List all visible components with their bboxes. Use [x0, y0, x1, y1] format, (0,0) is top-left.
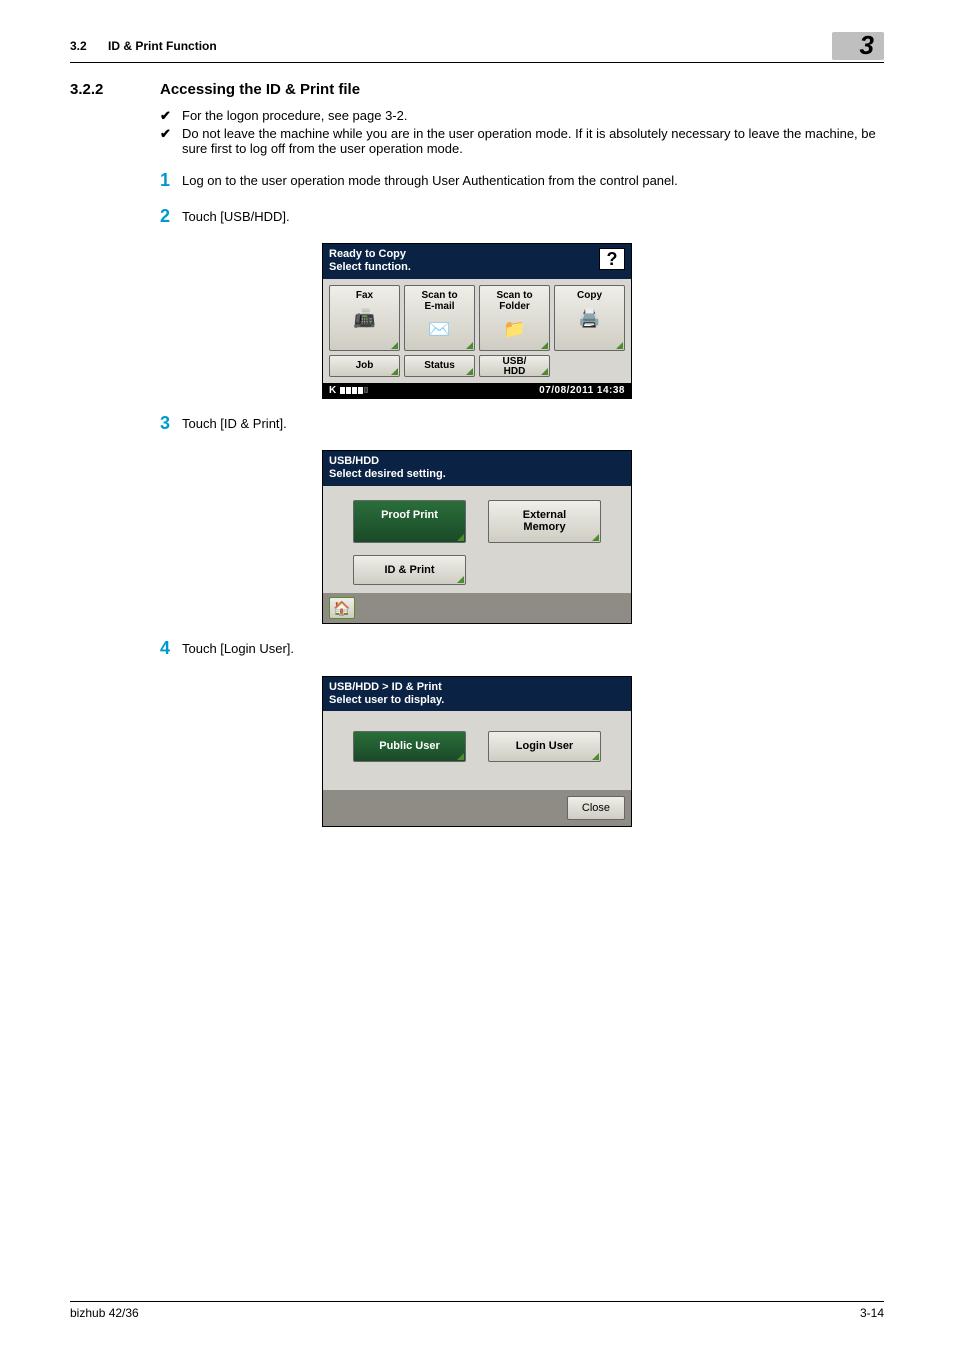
copy-button[interactable]: Copy 🖨️: [554, 285, 625, 351]
step-number: 1: [160, 170, 182, 192]
status-button[interactable]: Status: [404, 355, 475, 377]
public-user-button[interactable]: Public User: [353, 731, 466, 762]
datetime: 07/08/2011 14:38: [539, 385, 625, 396]
close-button[interactable]: Close: [567, 796, 625, 820]
step-text: Log on to the user operation mode throug…: [182, 170, 678, 192]
step-text: Touch [ID & Print].: [182, 413, 287, 435]
footer-page: 3-14: [860, 1306, 884, 1320]
email-icon: ✉️: [407, 316, 472, 344]
scan-to-email-button[interactable]: Scan to E-mail ✉️: [404, 285, 475, 351]
check-icon: ✔: [160, 126, 182, 156]
page-header: 3.2 ID & Print Function 3: [70, 32, 884, 63]
screen-subtitle: Select desired setting.: [329, 468, 625, 481]
step-number: 3: [160, 413, 182, 435]
proof-print-button[interactable]: Proof Print: [353, 500, 466, 543]
lcd-screen-readytocopy: Ready to Copy Select function. ? Fax 📠 S…: [322, 243, 632, 398]
help-icon[interactable]: ?: [599, 248, 625, 270]
lcd-screen-idprint: USB/HDD > ID & Print Select user to disp…: [322, 676, 632, 827]
check-icon: ✔: [160, 108, 182, 124]
header-section-num: 3.2: [70, 39, 87, 53]
screen-title: USB/HDD > ID & Print: [329, 681, 625, 694]
copy-icon: 🖨️: [557, 305, 622, 333]
section-number: 3.2.2: [70, 81, 160, 98]
screen-title: USB/HDD: [329, 455, 625, 468]
job-button[interactable]: Job: [329, 355, 400, 377]
lcd-screen-usbhdd: USB/HDD Select desired setting. Proof Pr…: [322, 450, 632, 624]
usb-hdd-button[interactable]: USB/ HDD: [479, 355, 550, 377]
toner-indicator: K: [329, 385, 368, 396]
screen-subtitle: Select user to display.: [329, 694, 625, 707]
home-icon[interactable]: 🏠: [329, 597, 355, 619]
screen-title: Ready to Copy: [329, 248, 625, 261]
step-text: Touch [Login User].: [182, 638, 294, 660]
fax-button[interactable]: Fax 📠: [329, 285, 400, 351]
step-number: 2: [160, 206, 182, 228]
step-text: Touch [USB/HDD].: [182, 206, 290, 228]
prerequisite-text: For the logon procedure, see page 3-2.: [182, 108, 407, 124]
section-title: Accessing the ID & Print file: [160, 81, 360, 98]
header-section-title: ID & Print Function: [108, 39, 217, 53]
scan-to-folder-button[interactable]: Scan to Folder 📁: [479, 285, 550, 351]
prerequisite-text: Do not leave the machine while you are i…: [182, 126, 884, 156]
page-footer: bizhub 42/36 3-14: [70, 1301, 884, 1320]
id-print-button[interactable]: ID & Print: [353, 555, 466, 586]
fax-icon: 📠: [332, 305, 397, 333]
footer-model: bizhub 42/36: [70, 1306, 139, 1320]
step-number: 4: [160, 638, 182, 660]
screen-subtitle: Select function.: [329, 261, 625, 274]
chapter-badge: 3: [832, 32, 884, 60]
external-memory-button[interactable]: External Memory: [488, 500, 601, 543]
folder-icon: 📁: [482, 316, 547, 344]
login-user-button[interactable]: Login User: [488, 731, 601, 762]
